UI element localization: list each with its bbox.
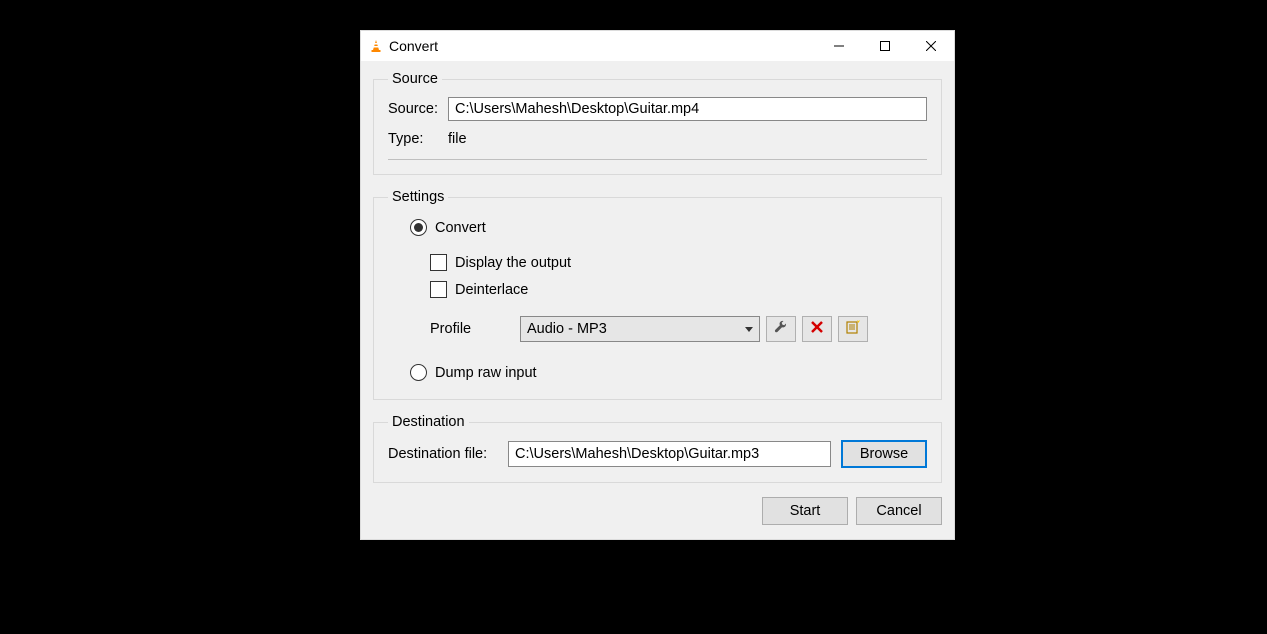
destination-group: Destination Destination file: Browse [373, 414, 942, 483]
display-output-checkbox[interactable] [430, 254, 447, 271]
chevron-down-icon [745, 327, 753, 332]
convert-dialog: Convert Source Source: Type: file [360, 30, 955, 540]
wrench-icon [773, 319, 789, 339]
new-profile-button[interactable] [838, 316, 868, 342]
type-label: Type: [388, 131, 448, 147]
profile-label: Profile [430, 321, 520, 337]
window-title: Convert [389, 38, 438, 54]
destination-file-input[interactable] [508, 441, 831, 467]
destination-legend: Destination [388, 414, 469, 430]
delete-profile-button[interactable] [802, 316, 832, 342]
source-input[interactable] [448, 97, 927, 121]
source-legend: Source [388, 71, 442, 87]
cancel-button[interactable]: Cancel [856, 497, 942, 525]
destination-file-label: Destination file: [388, 446, 508, 462]
browse-button[interactable]: Browse [841, 440, 927, 468]
dialog-actions: Start Cancel [373, 497, 942, 525]
convert-radio[interactable] [410, 219, 427, 236]
minimize-button[interactable] [816, 31, 862, 61]
deinterlace-label: Deinterlace [455, 282, 528, 298]
settings-legend: Settings [388, 189, 448, 205]
close-button[interactable] [908, 31, 954, 61]
titlebar: Convert [361, 31, 954, 61]
source-divider [388, 159, 927, 160]
profile-combo[interactable]: Audio - MP3 [520, 316, 760, 342]
source-label: Source: [388, 101, 448, 117]
edit-profile-button[interactable] [766, 316, 796, 342]
display-output-label: Display the output [455, 255, 571, 271]
vlc-cone-icon [369, 39, 383, 53]
new-profile-icon [845, 319, 861, 339]
type-value: file [448, 131, 467, 147]
dump-raw-label: Dump raw input [435, 365, 537, 381]
dump-raw-radio[interactable] [410, 364, 427, 381]
deinterlace-checkbox[interactable] [430, 281, 447, 298]
start-button[interactable]: Start [762, 497, 848, 525]
x-icon [810, 320, 824, 338]
client-area: Source Source: Type: file Settings Conve… [361, 61, 954, 539]
maximize-button[interactable] [862, 31, 908, 61]
source-group: Source Source: Type: file [373, 71, 942, 175]
convert-radio-label: Convert [435, 220, 486, 236]
settings-group: Settings Convert Display the output Dein… [373, 189, 942, 400]
profile-value: Audio - MP3 [527, 321, 745, 337]
